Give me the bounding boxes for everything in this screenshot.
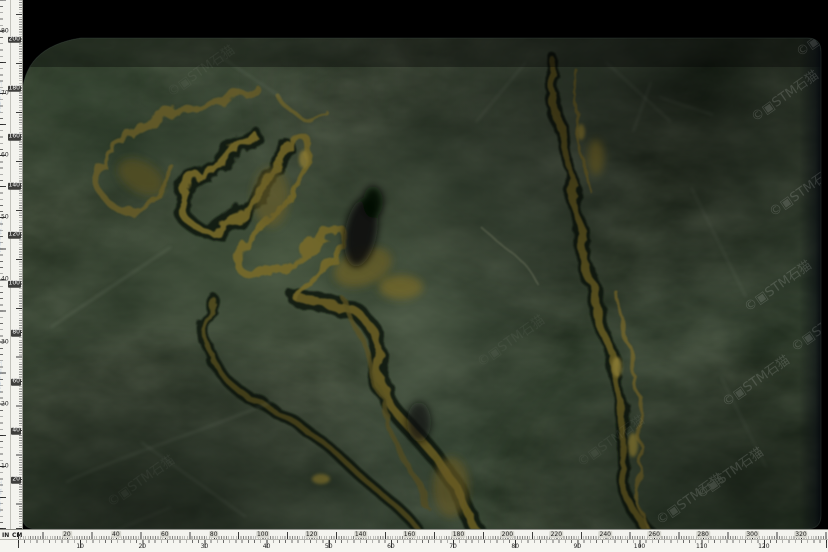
ruler-label-cm: 80 <box>209 531 219 538</box>
slab-texture: ©▣STM石猫©▣STM石猫©▣STM石猫©▣STM石猫©▣STM石猫©▣STM… <box>21 37 822 530</box>
ruler-label-cm: 60 <box>160 531 170 538</box>
ruler-label-cm: 180 <box>8 85 21 92</box>
slab-viewer-stage: ©▣STM石猫©▣STM石猫©▣STM石猫©▣STM石猫©▣STM石猫©▣STM… <box>0 0 828 552</box>
ruler-label-in: 40 <box>1 277 9 284</box>
ruler-label-in: 60 <box>1 153 9 160</box>
ruler-label-in: 10 <box>1 464 9 471</box>
ruler-label-in: 100 <box>634 543 645 550</box>
corner-in-label: IN <box>2 532 9 539</box>
horizontal-ruler-in-row: IN 102030405060708090100110120 <box>0 540 828 552</box>
horizontal-ruler: IN CM 20 40 60 80 100 120 140 160 180 200 220 240 26… <box>0 529 828 552</box>
vertical-ruler-in-major-ticks <box>0 0 6 529</box>
ruler-label-in: 60 <box>387 543 395 550</box>
horizontal-ruler-cm-row: IN CM 20 40 60 80 100 120 140 160 180 200 220 240 26… <box>0 529 828 540</box>
ruler-label-cm: 100 <box>256 531 269 538</box>
ruler-label-cm: 300 <box>745 531 758 538</box>
ruler-label-in: 40 <box>263 543 271 550</box>
ruler-label-cm: 240 <box>599 531 612 538</box>
ruler-label-in: 20 <box>1 401 9 408</box>
ruler-label-in: 110 <box>696 543 707 550</box>
ruler-label-cm: 200 <box>8 36 21 43</box>
ruler-label-cm: 20 <box>62 531 72 538</box>
ruler-label-cm: 120 <box>305 531 318 538</box>
ruler-label-cm: 160 <box>8 134 21 141</box>
ruler-label-cm: 260 <box>647 531 660 538</box>
ruler-label-cm: 40 <box>11 428 21 435</box>
ruler-label-cm: 80 <box>11 330 21 337</box>
ruler-label-in: 50 <box>325 543 333 550</box>
ruler-label-in: 50 <box>1 215 9 222</box>
ruler-label-cm: 160 <box>403 531 416 538</box>
ruler-label-cm: 40 <box>111 531 121 538</box>
vertical-ruler: 2040608010012014016018020010203040506070… <box>0 0 23 529</box>
ruler-label-in: 90 <box>574 543 582 550</box>
ruler-label-cm: 100 <box>8 281 21 288</box>
ruler-label-cm: 220 <box>550 531 563 538</box>
ruler-label-cm: 140 <box>354 531 367 538</box>
ruler-label-cm: 60 <box>11 379 21 386</box>
ruler-label-cm: 320 <box>794 531 807 538</box>
ruler-label-cm: 280 <box>696 531 709 538</box>
vertical-ruler-cm-major-ticks <box>16 0 22 529</box>
slab-photo[interactable]: ©▣STM石猫©▣STM石猫©▣STM石猫©▣STM石猫©▣STM石猫©▣STM… <box>21 37 822 530</box>
ruler-label-cm: 180 <box>452 531 465 538</box>
ruler-label-in: 70 <box>1 91 9 98</box>
ruler-label-in: 120 <box>758 543 769 550</box>
ruler-label-cm: 140 <box>8 183 21 190</box>
ruler-label-in: 20 <box>138 543 146 550</box>
ruler-label-in: 80 <box>511 543 519 550</box>
ruler-label-in: 10 <box>76 543 84 550</box>
vertical-ruler-divider <box>10 0 11 529</box>
ruler-label-cm: 200 <box>501 531 514 538</box>
ruler-label-in: 30 <box>1 339 9 346</box>
ruler-label-cm: 20 <box>11 477 21 484</box>
ruler-label-in: 80 <box>1 28 9 35</box>
ruler-label-in: 70 <box>449 543 457 550</box>
corner-cm-label: CM <box>12 532 22 539</box>
ruler-label-in: 30 <box>201 543 209 550</box>
ruler-label-cm: 120 <box>8 232 21 239</box>
